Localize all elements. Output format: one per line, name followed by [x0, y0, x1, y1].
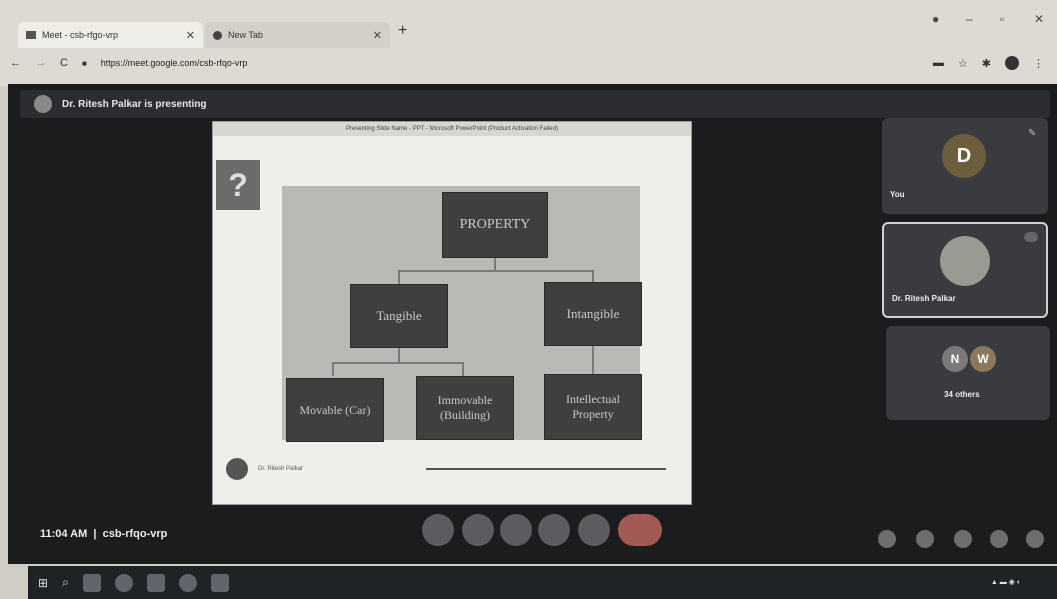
tab-meet[interactable]: Meet - csb-rfgo-vrp ✕: [18, 22, 203, 48]
diagram-node-immovable: Immovable (Building): [416, 376, 514, 440]
mic-off-icon: ✎: [1028, 128, 1037, 139]
diagram-node-intellectual-property: Intellectual Property: [544, 374, 642, 440]
task-view-icon[interactable]: [82, 573, 101, 592]
avatar: W: [970, 346, 996, 372]
slide-diagram: PROPERTY Tangible Intangible Movable (Ca…: [282, 186, 642, 442]
chrome-icon: [213, 30, 222, 40]
lock-icon: ■: [81, 58, 87, 68]
presenting-text: Dr. Ritesh Palkar is presenting: [62, 98, 207, 110]
meeting-info: 11:04 AM | csb-rfqo-vrp: [40, 528, 168, 540]
progress-line: [426, 468, 666, 470]
windows-start-icon[interactable]: ⊞: [38, 576, 48, 590]
tab-label: Meet - csb-rfgo-vrp: [42, 30, 119, 40]
others-count-label: 34 others: [944, 390, 980, 399]
avatar: D: [942, 134, 986, 178]
end-call-button[interactable]: [618, 514, 662, 546]
activities-icon[interactable]: [990, 530, 1008, 548]
diagram-node-tangible: Tangible: [350, 284, 448, 348]
url-field[interactable]: https://meet.google.com/csb-rfqo-vrp: [101, 58, 248, 68]
os-taskbar: ⊞ ⌕ ▲ ▬ ◉ ◐: [28, 566, 1057, 599]
close-window-button[interactable]: ✕: [1034, 12, 1044, 26]
close-tab-icon[interactable]: ✕: [186, 29, 195, 42]
present-button[interactable]: [538, 514, 570, 546]
avatar: N: [942, 346, 968, 372]
slide-footer: Dr. Ritesh Palkar: [222, 456, 686, 482]
extensions-icon[interactable]: ✱: [982, 57, 991, 70]
close-tab-icon[interactable]: ✕: [373, 29, 382, 42]
edge-icon[interactable]: [114, 573, 133, 592]
minimize-button[interactable]: –: [966, 12, 973, 26]
captions-button[interactable]: [500, 514, 532, 546]
reload-icon[interactable]: C: [60, 57, 68, 69]
app-icon[interactable]: [210, 573, 229, 592]
diagram-node-property: PROPERTY: [442, 192, 548, 258]
presenter-photo-avatar: [940, 236, 990, 286]
new-tab-button[interactable]: +: [398, 22, 407, 40]
system-tray-clock: ▲ ▬ ◉ ◐: [990, 579, 1021, 586]
ppt-window-title: Presenting Slide Name - PPT - Microsoft …: [213, 122, 691, 136]
slideshow-play-icon[interactable]: [226, 458, 248, 480]
forward-icon[interactable]: →: [35, 57, 46, 69]
address-bar: ← → C ■ https://meet.google.com/csb-rfqo…: [10, 50, 1050, 76]
camera-button[interactable]: [462, 514, 494, 546]
question-icon: ?: [216, 160, 260, 210]
tab-label: New Tab: [228, 30, 263, 40]
host-controls-icon[interactable]: [1026, 530, 1044, 548]
people-icon[interactable]: [916, 530, 934, 548]
presenter-avatar: [34, 95, 52, 113]
tab-new[interactable]: New Tab ✕: [205, 22, 390, 48]
participant-name: Dr. Ritesh Palkar: [892, 294, 956, 303]
info-icon[interactable]: [878, 530, 896, 548]
cast-icon[interactable]: ▬: [933, 57, 944, 69]
file-explorer-icon[interactable]: [146, 573, 165, 592]
profile-avatar[interactable]: [1005, 56, 1019, 70]
participant-tile-you[interactable]: D You ✎: [882, 118, 1048, 214]
mic-button[interactable]: [422, 514, 454, 546]
participant-name: You: [890, 190, 905, 199]
participant-tile-presenter[interactable]: Dr. Ritesh Palkar: [882, 222, 1048, 318]
back-icon[interactable]: ←: [10, 57, 21, 69]
more-options-icon[interactable]: [1024, 232, 1038, 242]
more-options-button[interactable]: [578, 514, 610, 546]
diagram-node-intangible: Intangible: [544, 282, 642, 346]
slide-footer-text: Dr. Ritesh Palkar: [258, 466, 304, 472]
chat-icon[interactable]: [954, 530, 972, 548]
diagram-node-movable: Movable (Car): [286, 378, 384, 442]
participant-tile-others[interactable]: N W 34 others: [886, 326, 1050, 420]
profile-dot-icon[interactable]: ●: [932, 12, 939, 26]
presenting-banner: Dr. Ritesh Palkar is presenting: [20, 90, 1050, 118]
search-icon[interactable]: ⌕: [62, 575, 69, 590]
bookmark-star-icon[interactable]: ☆: [958, 57, 968, 70]
maximize-button[interactable]: ▫: [1000, 12, 1004, 26]
chrome-icon[interactable]: [178, 573, 197, 592]
meet-tab-icon: [26, 31, 36, 39]
menu-icon[interactable]: ⋮: [1033, 57, 1044, 70]
